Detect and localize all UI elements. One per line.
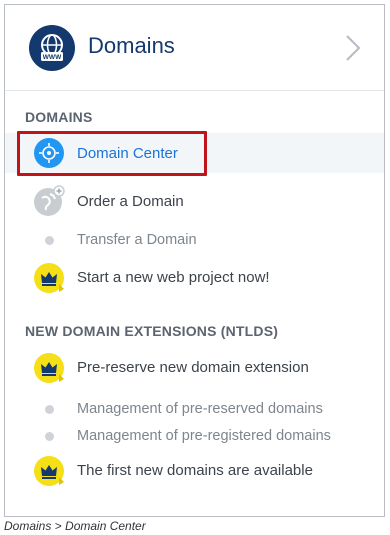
nav-item-label: Management of pre-reserved domains — [77, 401, 323, 417]
globe-www-icon: WWW — [29, 25, 75, 71]
nav-item-new-web-project[interactable]: Start a new web project now! — [5, 259, 384, 299]
bullet-dot — [45, 432, 54, 441]
nav-item-label: Pre-reserve new domain extension — [77, 359, 309, 376]
bullet-dot — [45, 405, 54, 414]
nav-item-label: Transfer a Domain — [77, 232, 197, 248]
panel-title: Domains — [88, 33, 175, 58]
panel-header[interactable]: WWW Domains — [5, 5, 384, 91]
nav-item-label: The first new domains are available — [77, 462, 313, 479]
highlight-box — [17, 131, 207, 176]
nav-item-pre-reserve[interactable]: Pre-reserve new domain extension — [5, 349, 384, 389]
bullet-dot — [45, 236, 54, 245]
domains-panel: WWW Domains DOMAINS Domain Center Order … — [4, 4, 385, 517]
nav-item-label: Start a new web project now! — [77, 269, 270, 286]
globe-add-icon — [33, 185, 65, 217]
nav-item-first-new-domains[interactable]: The first new domains are available — [5, 452, 384, 492]
crown-icon — [33, 352, 65, 384]
breadcrumb-caption: Domains > Domain Center — [4, 519, 146, 533]
crown-icon — [33, 455, 65, 487]
svg-text:WWW: WWW — [43, 54, 62, 61]
section-title-ntlds: NEW DOMAIN EXTENSIONS (NTLDS) — [25, 323, 279, 339]
nav-item-label: Management of pre-registered domains — [77, 428, 331, 444]
crown-icon — [33, 262, 65, 294]
nav-item-label: Order a Domain — [77, 193, 184, 210]
nav-item-order-domain[interactable]: Order a Domain — [5, 181, 384, 221]
chevron-right-icon[interactable] — [342, 33, 364, 63]
section-title-domains: DOMAINS — [25, 109, 93, 125]
